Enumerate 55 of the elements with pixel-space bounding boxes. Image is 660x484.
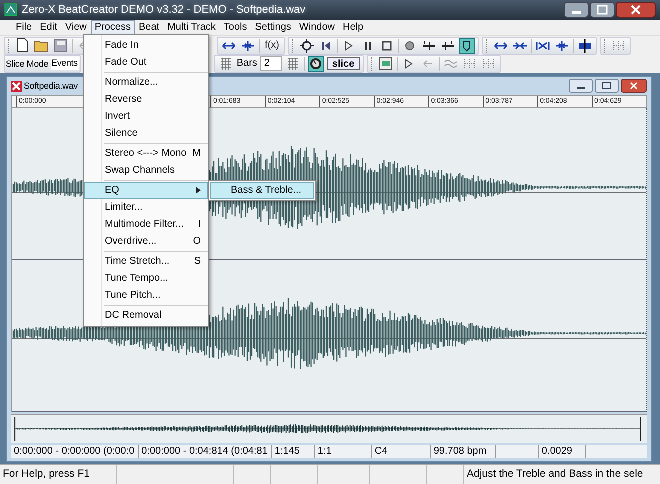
info-field: 1:1 [314, 445, 372, 458]
document-icon [11, 80, 22, 92]
menu-item[interactable]: View [61, 20, 91, 36]
menu-item[interactable]: Edit [36, 20, 62, 36]
menu-item[interactable]: Fade Out [84, 54, 208, 71]
knob-icon[interactable] [308, 56, 324, 72]
menu-item[interactable]: Fade In [84, 37, 208, 54]
info-field: 99.708 bpm [430, 445, 496, 458]
marker-toggle-icon[interactable] [459, 38, 476, 54]
slice-mode-label: Slice Mode [6, 58, 49, 68]
menu-item[interactable]: Tune Tempo... [84, 270, 208, 287]
app-icon [4, 3, 18, 17]
menu-item[interactable]: Window [295, 20, 339, 36]
save-icon[interactable] [53, 38, 69, 54]
menu-item[interactable]: Swap Channels [84, 162, 208, 179]
function-button[interactable]: f(x) [263, 40, 282, 51]
document-title: Softpedia.wav [24, 81, 78, 91]
info-field: C4 [372, 445, 431, 458]
menu-item[interactable]: Normalize... [84, 74, 208, 91]
window-title: Zero-X BeatCreator DEMO v3.32 - DEMO - Softpedia.wav [22, 4, 307, 16]
menu-item[interactable]: Silence [84, 125, 208, 142]
slice-mode-dropdown[interactable]: Events [50, 57, 79, 70]
menu-item[interactable]: Multi Track [164, 20, 220, 36]
menu-item[interactable]: File [12, 20, 36, 36]
menu-item[interactable]: DC Removal [84, 307, 208, 324]
display-icon[interactable] [378, 56, 394, 72]
menu-item[interactable]: EQ [84, 182, 208, 199]
status-message: Adjust the Treble and Bass in the sele [466, 467, 644, 482]
menu-item[interactable]: Settings [251, 20, 296, 36]
menu-item[interactable]: Reverse [84, 91, 208, 108]
info-field: 1:145 [272, 445, 315, 458]
menu-item[interactable]: Tune Pitch... [84, 287, 208, 304]
menu-item[interactable]: Bass & Treble... [210, 182, 314, 199]
status-text: For Help, press F1 [0, 465, 117, 484]
bars-label: Bars [236, 58, 258, 69]
info-field: 0:00:000 - 0:04:814 (0:04:81 [138, 445, 272, 458]
minimize-icon[interactable] [569, 79, 593, 93]
menu-item[interactable]: Stereo <---> Mono M [84, 145, 208, 162]
info-field: 0:00:000 - 0:00:000 (0:00:0 [11, 445, 139, 458]
maximize-icon[interactable] [590, 2, 615, 18]
menu-item[interactable]: Tools [220, 20, 252, 36]
minimize-icon[interactable] [564, 2, 589, 18]
menu-item[interactable]: Limiter... [84, 199, 208, 216]
close-icon[interactable] [621, 79, 647, 93]
slice-button[interactable]: slice [327, 57, 360, 70]
info-field: 0.0029 [538, 445, 586, 458]
menu-item[interactable]: Overdrive... O [84, 233, 208, 250]
menu-item[interactable]: Invert [84, 108, 208, 125]
menu-item[interactable]: Beat [134, 20, 164, 36]
close-icon[interactable] [616, 2, 656, 18]
bars-field[interactable]: 2 [260, 56, 282, 71]
menu-item[interactable]: Time Stretch... S [84, 253, 208, 270]
menu-item[interactable]: Multimode Filter... I [84, 216, 208, 233]
restore-icon[interactable] [595, 79, 619, 93]
menu-item[interactable]: Help [338, 20, 368, 36]
